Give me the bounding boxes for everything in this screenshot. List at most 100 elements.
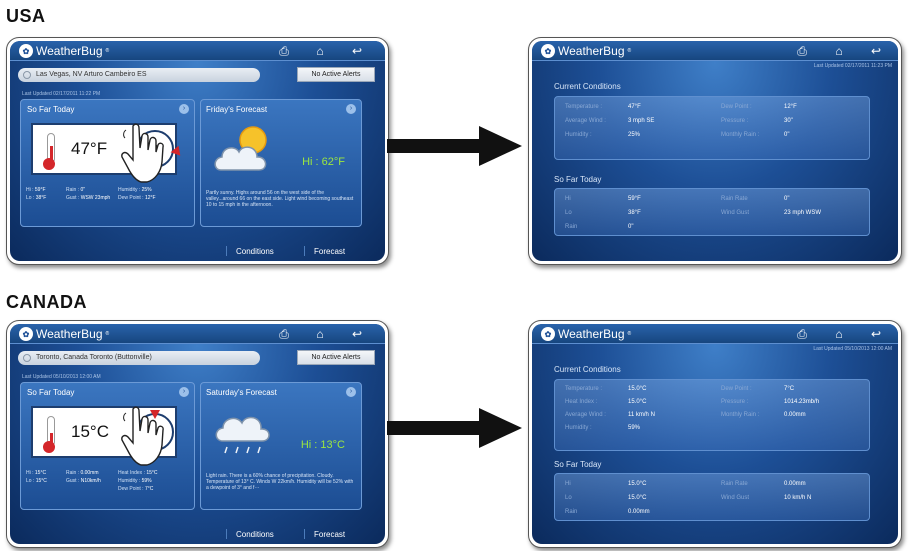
chevron-right-icon[interactable]: › (179, 104, 189, 114)
so-far-today-panel[interactable]: So Far Today › 15°C 1km/h Hi : 15°C Rain … (20, 382, 195, 510)
panel-title: So Far Today (27, 105, 75, 114)
hi-value: 15°C (34, 470, 47, 476)
humidity-row: Humidity :59% (565, 425, 641, 431)
bug-logo-icon: ✿ (19, 327, 33, 341)
pressure-row: Pressure :1014.23mb/h (721, 399, 820, 405)
panel-title: So Far Today (27, 388, 75, 397)
rain-label: Rain : (66, 470, 80, 476)
dew-point-row: Dew Point :12°F (721, 104, 797, 110)
brand-mark: ® (105, 48, 110, 54)
location-text: Toronto, Canada Toronto (Buttonville) (36, 354, 152, 361)
forecast-text: Partly sunny. Highs around 56 on the wes… (206, 190, 354, 208)
today-stats: Hi : 59°F Rain : 0" Humidity : 25% Lo : 38… (26, 186, 190, 202)
current-conditions-box: Temperature :15.0°C Heat Index :15.0°C A… (554, 379, 870, 451)
brand-name: WeatherBug (36, 44, 103, 58)
home-icon[interactable]: ⌂ (313, 327, 327, 341)
location-bar[interactable]: Las Vegas, NV Arturo Cambeiro ES (18, 68, 260, 82)
gust-label: Gust : (66, 195, 80, 201)
temperature-row: Temperature :15.0°C (565, 386, 647, 392)
location-pin-icon (23, 71, 31, 79)
chevron-right-icon[interactable]: › (346, 387, 356, 397)
forecast-panel[interactable]: Friday's Forecast › Hi : 62°F Partly sun… (200, 99, 362, 227)
top-bar: ✿ WeatherBug ® ⎙ ⌂ ↩ (10, 324, 385, 344)
forecast-tab[interactable]: Forecast (314, 247, 345, 256)
bug-logo-icon: ✿ (541, 327, 555, 341)
rain-rate-row: Rain Rate 0.00mm (721, 481, 806, 487)
humidity-value: 25% (141, 187, 152, 193)
home-icon[interactable]: ⌂ (832, 44, 846, 58)
rain-value: 0.00mm (80, 470, 99, 476)
heat-index-label: Heat Index : (118, 470, 145, 476)
rain-row: Rain 0" (565, 224, 634, 230)
forecast-tab[interactable]: Forecast (314, 530, 345, 539)
usa-home-device: ✿ WeatherBug ® ⎙ ⌂ ↩ Las Vegas, NV Arturo … (6, 37, 389, 265)
gust-value: WSW 23mph (80, 195, 111, 201)
so-far-today-box: Hi 59°F Lo 38°F Rain 0" Rain Rate 0" Wind Gu… (554, 188, 870, 236)
touch-hand-icon (121, 406, 164, 466)
location-bar[interactable]: Toronto, Canada Toronto (Buttonville) (18, 351, 260, 365)
current-temperature: 15°C (71, 422, 109, 441)
top-bar: ✿ WeatherBug ® ⎙ ⌂ ↩ (532, 324, 898, 344)
back-icon[interactable]: ↩ (869, 327, 883, 341)
rain-value: 0" (80, 187, 86, 193)
last-updated: Last Updated 05/10/2013 12:00 AM (22, 374, 101, 380)
conditions-tab[interactable]: Conditions (236, 530, 274, 539)
share-icon[interactable]: ⎙ (795, 44, 809, 58)
location-pin-icon (23, 354, 31, 362)
conditions-tab[interactable]: Conditions (236, 247, 274, 256)
humidity-row: Humidity :25% (565, 132, 641, 138)
current-temperature: 47°F (71, 139, 108, 158)
brand: ✿ WeatherBug ® (541, 327, 631, 341)
dew-point-value: 7°C (144, 486, 154, 492)
rain-row: Rain 0.00mm (565, 509, 650, 515)
brand: ✿ WeatherBug ® (19, 327, 109, 341)
home-icon[interactable]: ⌂ (832, 327, 846, 341)
hi-label: Hi : (26, 187, 34, 193)
so-far-today-panel[interactable]: So Far Today › 47°F 3mph Hi : 59°F Rain :… (20, 99, 195, 227)
share-icon[interactable]: ⎙ (277, 44, 291, 58)
gust-label: Gust : (66, 478, 80, 484)
share-icon[interactable]: ⎙ (795, 327, 809, 341)
bottom-bar: Conditions Forecast (10, 241, 385, 261)
lo-row: Lo 38°F (565, 210, 641, 216)
hi-row: Hi 59°F (565, 196, 641, 202)
forecast-text: Light rain. There is a 60% chance of pre… (206, 473, 354, 491)
rain-cloud-icon (215, 416, 270, 454)
average-wind-row: Average Wind :3 mph SE (565, 118, 655, 124)
bug-logo-icon: ✿ (541, 44, 555, 58)
usa-conditions-device: ✿ WeatherBug ® ⎙ ⌂ ↩ Last Updated 02/17/20… (528, 37, 902, 265)
today-stats: Hi : 15°C Rain : 0.00mm Heat Index : 15°C … (26, 469, 190, 493)
alerts-button[interactable]: No Active Alerts (297, 67, 375, 82)
temperature-row: Temperature :47°F (565, 104, 641, 110)
forecast-title: Friday's Forecast (206, 105, 268, 114)
alerts-button[interactable]: No Active Alerts (297, 350, 375, 365)
so-far-today-title: So Far Today (554, 460, 602, 469)
share-icon[interactable]: ⎙ (277, 327, 291, 341)
top-bar: ✿ WeatherBug ® ⎙ ⌂ ↩ (10, 41, 385, 61)
back-icon[interactable]: ↩ (869, 44, 883, 58)
chevron-right-icon[interactable]: › (346, 104, 356, 114)
forecast-high: Hi : 62°F (302, 156, 345, 168)
rain-rate-row: Rain Rate 0" (721, 196, 790, 202)
forecast-panel[interactable]: Saturday's Forecast › Hi : 13°C Light ra… (200, 382, 362, 510)
so-far-today-box: Hi 15.0°C Lo 15.0°C Rain 0.00mm Rain Rate 0.… (554, 473, 870, 521)
canada-conditions-device: ✿ WeatherBug ® ⎙ ⌂ ↩ Last Updated 05/10/20… (528, 320, 902, 548)
back-icon[interactable]: ↩ (350, 327, 364, 341)
last-updated: Last Updated 02/17/2011 11:23 PM (813, 63, 892, 69)
heat-index-row: Heat Index :15.0°C (565, 399, 647, 405)
wind-gust-row: Wind Gust 10 km/h N (721, 495, 812, 501)
back-icon[interactable]: ↩ (350, 44, 364, 58)
forecast-title: Saturday's Forecast (206, 388, 277, 397)
bottom-bar: Conditions Forecast (10, 524, 385, 544)
partly-sunny-icon (214, 126, 267, 171)
dew-point-value: 12°F (144, 195, 156, 201)
heat-index-value: 15°C (146, 470, 158, 476)
thermometer-bulb (43, 441, 55, 453)
pressure-row: Pressure :30" (721, 118, 793, 124)
lo-label: Lo : (26, 478, 35, 484)
home-icon[interactable]: ⌂ (313, 44, 327, 58)
brand-mark: ® (627, 48, 632, 54)
chevron-right-icon[interactable]: › (179, 387, 189, 397)
lo-label: Lo : (26, 195, 35, 201)
average-wind-row: Average Wind :11 km/h N (565, 412, 655, 418)
